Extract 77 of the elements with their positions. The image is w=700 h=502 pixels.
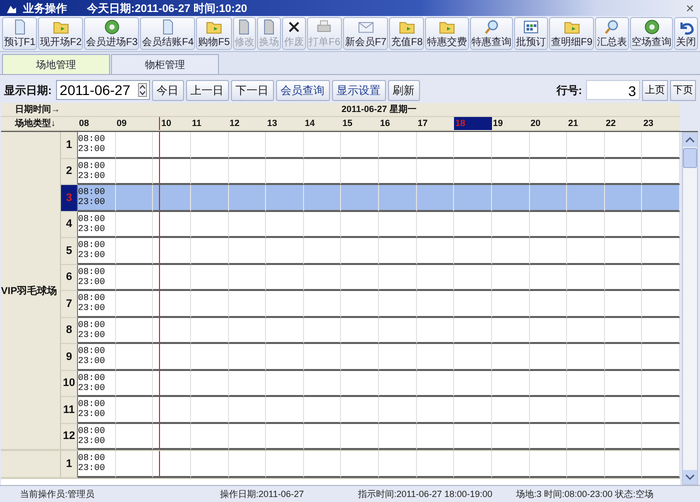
filter-button[interactable]: 下一日 <box>230 80 274 100</box>
row-number-cell[interactable]: 2 <box>61 158 78 185</box>
status-text: 指示时间:2011-06-27 18:00-19:00 <box>358 488 494 500</box>
toolbar-button[interactable]: 购物F5 <box>196 17 232 50</box>
toolbar-button[interactable]: 查明细F9 <box>549 17 594 50</box>
hour-header[interactable]: 19 <box>492 117 530 131</box>
toolbar-button[interactable]: 新会员F7 <box>343 17 388 50</box>
filter-button[interactable]: 上一日 <box>186 80 229 100</box>
toolbar-button[interactable]: 特惠交费 <box>425 17 469 50</box>
filter-button[interactable]: 今日 <box>152 80 184 100</box>
filter-button[interactable]: 刷新 <box>388 80 420 100</box>
row-number-field[interactable]: 3 <box>586 80 640 100</box>
slot-cell[interactable]: 08:00 23:00 <box>78 344 116 370</box>
slot-cell[interactable]: 08:00 23:00 <box>78 397 116 424</box>
slot-cell[interactable]: 08:00 23:00 <box>78 238 116 264</box>
slot-cell[interactable]: 08:00 23:00 <box>78 451 116 478</box>
page-button[interactable]: 上页 <box>642 80 668 100</box>
slot-cell[interactable]: 08:00 23:00 <box>78 318 116 344</box>
hour-header[interactable]: 20 <box>530 117 568 131</box>
window-title: 业务操作 <box>23 2 67 16</box>
header-cell: 日期时间→ <box>1 103 78 117</box>
row-number-cell[interactable]: 7 <box>61 291 78 318</box>
toolbar-button[interactable]: 预订F1 <box>2 17 38 50</box>
hour-header[interactable]: 09 <box>116 117 154 131</box>
page-button[interactable]: 下页 <box>670 80 696 100</box>
slot-cell[interactable]: 08:00 23:00 <box>78 424 116 450</box>
row-number-cell[interactable]: 1 <box>61 132 78 158</box>
toolbar-button[interactable]: 现开场F2 <box>38 17 84 50</box>
header-cell: 场地类型↓ <box>1 117 78 131</box>
hour-header[interactable]: 15 <box>341 117 379 131</box>
toolbar-button[interactable]: 关闭 <box>674 17 698 50</box>
hour-header[interactable]: 12 <box>228 117 266 131</box>
hour-header[interactable]: 10 <box>153 117 191 131</box>
tab[interactable]: 物柜管理 <box>111 54 219 74</box>
hour-header[interactable]: 11 <box>190 117 228 131</box>
toolbar-button[interactable]: 空场查询 <box>630 17 674 50</box>
hour-header[interactable]: 23 <box>642 117 680 131</box>
slot-cell[interactable]: 08:00 23:00 <box>78 264 116 291</box>
slot-cell[interactable]: 08:00 23:00 <box>78 291 116 318</box>
status-text: 当前操作员:管理员 <box>19 488 96 500</box>
hour-header[interactable]: 22 <box>604 117 642 131</box>
toolbar-button[interactable]: 会员进场F3 <box>84 17 140 50</box>
row-number-cell[interactable]: 10 <box>61 370 78 397</box>
slot-cell[interactable]: 08:00 23:00 <box>78 132 116 158</box>
hour-header[interactable]: 08 <box>78 117 116 131</box>
filter-button[interactable]: 会员查询 <box>276 80 330 100</box>
row-number-cell[interactable]: 12 <box>61 424 78 450</box>
row-number-cell[interactable]: 1 <box>61 451 78 478</box>
filter-button[interactable]: 显示设置 <box>332 80 386 100</box>
row-number-cell[interactable]: 6 <box>61 264 78 291</box>
tab[interactable]: 场地管理 <box>2 54 110 74</box>
row-number-cell[interactable]: 11 <box>61 397 78 424</box>
hour-header[interactable]: 16 <box>379 117 417 131</box>
court-type-cell: VIP羽毛球场 <box>1 132 61 450</box>
toolbar-button[interactable]: 特惠查询 <box>470 17 514 50</box>
hour-header[interactable]: 21 <box>567 117 605 131</box>
hour-header[interactable]: 13 <box>266 117 304 131</box>
row-number-cell[interactable]: 8 <box>61 318 78 344</box>
date-field[interactable]: 2011-06-27 <box>56 80 150 100</box>
date-header: 2011-06-27 星期一 <box>78 103 680 117</box>
hour-header[interactable]: 14 <box>304 117 342 131</box>
date-label: 显示日期: <box>4 84 52 98</box>
toolbar-button[interactable]: 会员结账F4 <box>140 17 196 50</box>
slot-cell[interactable]: 08:00 23:00 <box>78 370 116 397</box>
toolbar-button[interactable]: 批预订 <box>514 17 548 50</box>
status-text: 操作日期:2011-06-27 <box>220 488 305 500</box>
slot-cell[interactable]: 08:00 23:00 <box>78 185 116 212</box>
toolbar-button[interactable]: 汇总表 <box>595 17 629 50</box>
row-label: 行号: <box>556 84 582 98</box>
row-number-cell[interactable]: 5 <box>61 238 78 264</box>
toolbar-button[interactable]: 充值F8 <box>389 17 424 50</box>
close-button[interactable]: × <box>686 0 694 16</box>
row-number-cell[interactable]: 9 <box>61 344 78 370</box>
row-number-cell[interactable]: 4 <box>61 212 78 238</box>
status-text: 场地:3 时间:08:00-23:00 状态:空场 <box>516 488 654 500</box>
date-time-info: 今天日期:2011-06-27 时间:10:20 <box>87 2 248 16</box>
slot-cell[interactable]: 08:00 23:00 <box>78 212 116 238</box>
